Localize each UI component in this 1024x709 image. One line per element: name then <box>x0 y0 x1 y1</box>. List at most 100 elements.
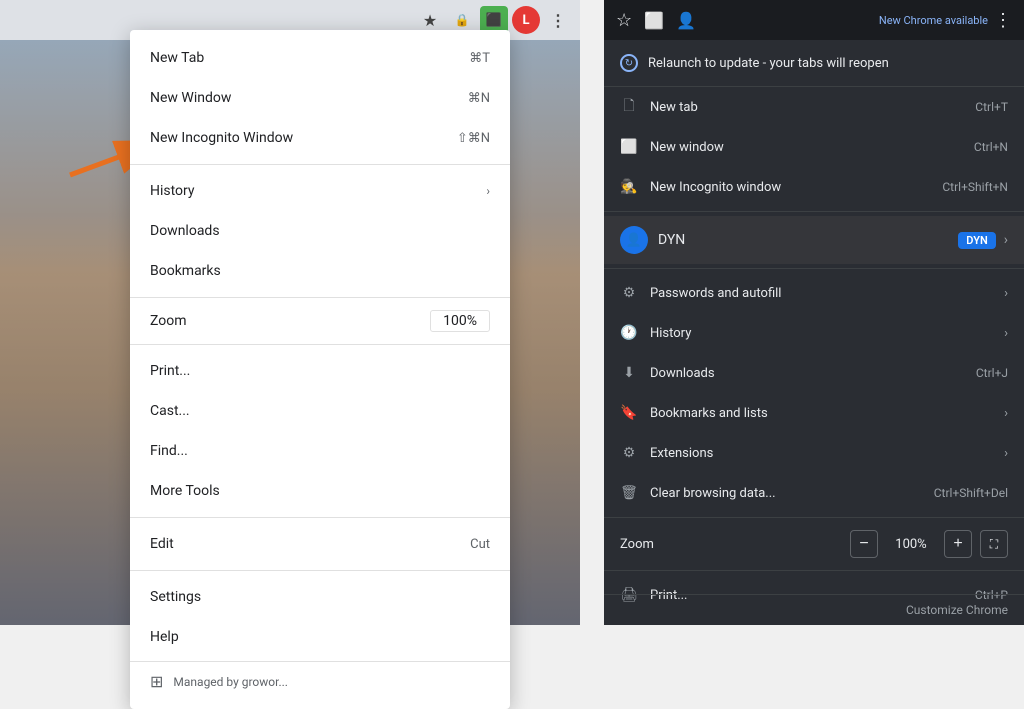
right-new-window-shortcut: Ctrl+N <box>974 140 1008 154</box>
update-banner[interactable]: ↻ Relaunch to update - your tabs will re… <box>604 40 1024 87</box>
right-dropdown-menu: ☆ ⬜ 👤 New Chrome available ⋮ ↻ Relaunch … <box>604 0 1024 625</box>
right-bookmarks-label: Bookmarks and lists <box>650 406 768 421</box>
menu-item-bookmarks[interactable]: Bookmarks <box>130 251 510 291</box>
history-icon: 🕐 <box>620 324 638 342</box>
right-bookmarks-icon: 🔖 <box>620 404 638 422</box>
right-window-icon[interactable]: ⬜ <box>644 11 664 30</box>
passwords-arrow-icon: › <box>1004 286 1008 301</box>
zoom-plus-button[interactable]: + <box>944 530 972 558</box>
managed-grid-icon: ⊞ <box>150 672 163 691</box>
right-more-icon[interactable]: ⋮ <box>994 10 1012 31</box>
menu-divider-2 <box>130 297 510 298</box>
settings-label: Settings <box>150 589 201 605</box>
menu-item-history[interactable]: History › <box>130 171 510 211</box>
right-downloads-label: Downloads <box>650 366 715 381</box>
profile-left: 👤 DYN <box>620 226 685 254</box>
more-tools-label: More Tools <box>150 483 220 499</box>
zoom-value: 100% <box>430 310 490 332</box>
menu-item-new-window[interactable]: New Window ⌘N <box>130 78 510 118</box>
profile-row[interactable]: 👤 DYN DYN › <box>604 216 1024 264</box>
menu-item-new-incognito[interactable]: New Incognito Window ⇧⌘N <box>130 118 510 158</box>
right-menu-item-clear-data[interactable]: 🗑 Clear browsing data... Ctrl+Shift+Del <box>604 473 1024 513</box>
downloads-left: ⬇ Downloads <box>620 364 715 382</box>
new-tab-left: 🗋 New tab <box>620 98 698 116</box>
profile-name: DYN <box>658 232 685 248</box>
menu-item-settings[interactable]: Settings <box>130 577 510 617</box>
more-menu-icon[interactable]: ⋮ <box>544 6 572 34</box>
extensions-icon: ⚙ <box>620 444 638 462</box>
history-label: History <box>150 183 195 199</box>
menu-item-cast[interactable]: Cast... <box>130 391 510 431</box>
right-bookmarks-arrow-icon: › <box>1004 406 1008 421</box>
new-tab-icon: 🗋 <box>620 98 638 116</box>
right-zoom-row: Zoom − 100% + ⛶ <box>604 522 1024 566</box>
new-window-shortcut: ⌘N <box>468 91 490 106</box>
right-menu-item-passwords[interactable]: ⚙ Passwords and autofill › <box>604 273 1024 313</box>
extensions-left: ⚙ Extensions <box>620 444 713 462</box>
right-zoom-label: Zoom <box>620 537 842 552</box>
right-incognito-shortcut: Ctrl+Shift+N <box>942 180 1008 194</box>
cast-label: Cast... <box>150 403 190 419</box>
update-circle-icon: ↻ <box>620 54 638 72</box>
menu-item-help[interactable]: Help <box>130 617 510 657</box>
chevron-right-icon: › <box>486 184 490 198</box>
edit-label: Edit <box>150 536 174 552</box>
downloads-icon: ⬇ <box>620 364 638 382</box>
clear-data-left: 🗑 Clear browsing data... <box>620 484 776 502</box>
menu-item-edit[interactable]: Edit Cut <box>130 524 510 564</box>
menu-item-downloads[interactable]: Downloads <box>130 211 510 251</box>
right-divider-4 <box>604 570 1024 571</box>
menu-divider-5 <box>130 570 510 571</box>
menu-divider-1 <box>130 164 510 165</box>
right-new-window-label: New window <box>650 140 724 155</box>
right-new-tab-label: New tab <box>650 100 698 115</box>
new-window-left: ⬜ New window <box>620 138 724 156</box>
bookmarks-left: 🔖 Bookmarks and lists <box>620 404 768 422</box>
bookmarks-label: Bookmarks <box>150 263 221 279</box>
fullscreen-button[interactable]: ⛶ <box>980 530 1008 558</box>
right-menu-item-downloads[interactable]: ⬇ Downloads Ctrl+J <box>604 353 1024 393</box>
right-history-arrow-icon: › <box>1004 326 1008 341</box>
zoom-controls: 100% <box>430 310 490 332</box>
extensions-arrow-icon: › <box>1004 446 1008 461</box>
update-text: Relaunch to update - your tabs will reop… <box>648 56 889 71</box>
right-menu-item-history[interactable]: 🕐 History › <box>604 313 1024 353</box>
clear-data-shortcut: Ctrl+Shift+Del <box>934 486 1008 500</box>
incognito-left: 🕵 New Incognito window <box>620 178 781 196</box>
history-left: 🕐 History <box>620 324 691 342</box>
extensions-label: Extensions <box>650 446 713 461</box>
new-tab-shortcut: ⌘T <box>469 51 490 66</box>
new-tab-label: New Tab <box>150 50 204 66</box>
right-star-icon[interactable]: ☆ <box>616 10 632 31</box>
menu-item-find[interactable]: Find... <box>130 431 510 471</box>
profile-avatar-icon: 👤 <box>626 233 642 248</box>
right-update-area: New Chrome available ⋮ <box>879 10 1012 31</box>
profile-avatar: 👤 <box>620 226 648 254</box>
update-label: New Chrome available <box>879 14 988 27</box>
right-divider-2 <box>604 268 1024 269</box>
right-menu-item-extensions[interactable]: ⚙ Extensions › <box>604 433 1024 473</box>
menu-item-more-tools[interactable]: More Tools <box>130 471 510 511</box>
right-menu-item-new-tab[interactable]: 🗋 New tab Ctrl+T <box>604 87 1024 127</box>
clear-data-icon: 🗑 <box>620 484 638 502</box>
zoom-minus-button[interactable]: − <box>850 530 878 558</box>
right-new-tab-shortcut: Ctrl+T <box>975 100 1008 114</box>
new-window-icon: ⬜ <box>620 138 638 156</box>
menu-item-print[interactable]: Print... <box>130 351 510 391</box>
right-downloads-shortcut: Ctrl+J <box>976 366 1008 380</box>
managed-row: ⊞ Managed by growor... <box>130 661 510 701</box>
zoom-label: Zoom <box>150 313 430 329</box>
right-divider-3 <box>604 517 1024 518</box>
profile-icon[interactable]: L <box>512 6 540 34</box>
passwords-label: Passwords and autofill <box>650 286 781 301</box>
right-topbar: ☆ ⬜ 👤 New Chrome available ⋮ <box>604 0 1024 40</box>
right-menu-item-new-window[interactable]: ⬜ New window Ctrl+N <box>604 127 1024 167</box>
find-label: Find... <box>150 443 188 459</box>
menu-item-new-tab[interactable]: New Tab ⌘T <box>130 38 510 78</box>
right-menu-item-incognito[interactable]: 🕵 New Incognito window Ctrl+Shift+N <box>604 167 1024 207</box>
zoom-row: Zoom 100% <box>130 304 510 338</box>
right-profile-icon[interactable]: 👤 <box>676 11 696 30</box>
print-label: Print... <box>150 363 190 379</box>
help-label: Help <box>150 629 179 645</box>
right-menu-item-bookmarks[interactable]: 🔖 Bookmarks and lists › <box>604 393 1024 433</box>
